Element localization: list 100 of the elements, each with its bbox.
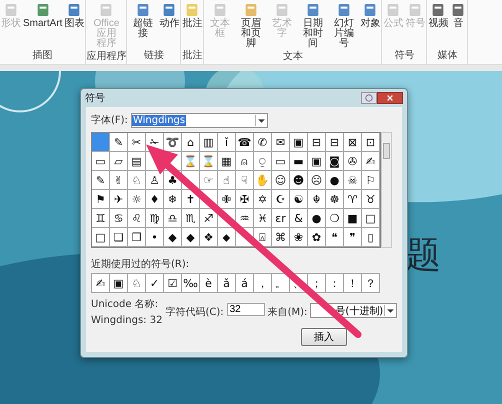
symbol-cell[interactable]: ☬ [308,190,326,209]
recent-symbol-cell[interactable]: ‰ [182,274,200,293]
font-dropdown[interactable]: Wingdings [130,112,268,128]
ribbon-button[interactable]: 图表 [63,2,86,48]
symbol-cell[interactable]: ♈ [344,190,362,209]
symbol-cell[interactable]: ◆ [182,228,200,247]
recent-symbol-cell[interactable]: ！ [344,274,362,293]
symbol-cell[interactable]: ✎ [110,133,128,152]
symbol-cell[interactable]: ☻ [290,171,308,190]
recent-symbol-cell[interactable]: ， [254,274,272,293]
symbol-cell[interactable]: ▥ [200,133,218,152]
symbol-cell[interactable]: ⚐ [362,171,380,190]
symbol-cell[interactable]: ✍ [362,152,380,171]
symbol-cell[interactable]: ◆ [164,228,182,247]
symbol-cell[interactable]: ▬ [290,152,308,171]
recent-symbol-cell[interactable]: ？ [362,274,380,293]
symbol-cell[interactable]: ɛr [272,209,290,228]
symbol-cell[interactable]: ♙ [146,171,164,190]
symbol-cell[interactable]: ✂ [128,133,146,152]
ribbon-button[interactable]: 视频 [427,2,450,48]
char-code-field[interactable]: 32 [226,303,265,316]
symbol-cell[interactable]: ✙ [218,190,236,209]
ribbon-button[interactable]: 音 [449,2,468,48]
symbol-cell[interactable]: ⚑ [92,190,110,209]
symbol-cell[interactable]: ❖ [200,228,218,247]
symbol-cell[interactable]: ➰ [164,133,182,152]
symbol-cell[interactable]: ☼ [128,190,146,209]
ribbon-button[interactable]: 日期和时间 [297,2,328,49]
symbol-cell[interactable]: ❍ [326,209,344,228]
symbol-cell[interactable]: ■ [344,209,362,228]
symbol-cell[interactable]: ✎ [92,171,110,190]
symbol-cell[interactable] [92,133,110,152]
symbol-cell[interactable]: • [146,228,164,247]
symbol-cell[interactable]: ☎ [236,133,254,152]
symbol-cell[interactable]: ☞ [200,171,218,190]
ribbon-button[interactable]: 页眉和页脚 [235,2,266,49]
symbol-cell[interactable]: ♌ [128,209,146,228]
symbol-cell[interactable]: ☯ [290,190,308,209]
symbol-cell[interactable]: ♎ [164,209,182,228]
symbol-cell[interactable]: ● [308,209,326,228]
symbol-cell[interactable]: ⊟ [326,133,344,152]
symbol-cell[interactable]: ▣ [290,133,308,152]
symbol-cell[interactable]: ❄ [164,190,182,209]
symbol-cell[interactable]: ▤ [128,152,146,171]
symbol-cell[interactable]: ✡ [254,190,272,209]
symbol-cell[interactable]: ♏ [182,209,200,228]
symbol-cell[interactable]: ♘ [128,171,146,190]
symbol-cell[interactable]: □ [362,209,380,228]
ribbon-button[interactable]: 超链接 [127,2,158,48]
symbol-cell[interactable]: ǐ [218,133,236,152]
recent-symbol-cell[interactable]: ： [326,274,344,293]
symbol-cell[interactable]: ▦ [218,152,236,171]
symbol-cell[interactable]: ☠ [344,171,362,190]
symbol-cell[interactable]: ⌘ [272,228,290,247]
scrollbar[interactable] [381,132,392,248]
symbol-cell[interactable]: ☪ [272,190,290,209]
symbol-cell[interactable]: ⬥ [218,228,236,247]
symbol-cell[interactable]: ☹ [308,171,326,190]
symbol-cell[interactable]: ▭ [272,152,290,171]
symbol-cell[interactable]: ● [326,171,344,190]
symbol-cell[interactable]: ▱ [110,152,128,171]
symbol-cell[interactable]: ⊠ [344,133,362,152]
recent-symbol-cell[interactable]: ♘ [128,274,146,293]
symbol-cell[interactable]: ✌ [110,171,128,190]
ribbon-button[interactable]: 动作 [158,2,180,48]
symbol-cell[interactable]: ⌂ [182,133,200,152]
symbol-cell[interactable]: □ [92,228,110,247]
symbol-cell[interactable]: ❀ [290,228,308,247]
ribbon-button[interactable]: 对象 [359,2,382,49]
symbol-cell[interactable]: ♦ [146,190,164,209]
ribbon-button[interactable]: SmartArt [22,2,64,48]
recent-symbol-cell[interactable]: è [200,274,218,293]
help-button[interactable] [361,92,377,104]
symbol-cell[interactable]: ❞ [344,228,362,247]
symbol-cell[interactable]: ♋ [110,209,128,228]
symbol-cell[interactable]: ❝ [326,228,344,247]
symbol-cell[interactable]: ⍜ [254,152,272,171]
symbol-cell[interactable]: ❑ [110,228,128,247]
symbol-cell[interactable]: ⍝ [236,152,254,171]
ribbon-button[interactable]: 批注 [181,2,204,48]
symbol-cell[interactable]: ♍ [146,209,164,228]
symbol-cell[interactable]: ✇ [344,152,362,171]
recent-symbol-cell[interactable]: ▣ [110,274,128,293]
recent-symbol-cell[interactable]: ✓ [146,274,164,293]
symbol-cell[interactable]: ⊡ [362,133,380,152]
symbol-cell[interactable]: ☸ [326,190,344,209]
symbol-cell[interactable]: ⊟ [308,133,326,152]
symbol-cell[interactable]: ✆ [254,133,272,152]
ribbon-button[interactable]: 幻灯片编号 [328,2,360,49]
symbol-cell[interactable]: ▭ [92,152,110,171]
symbol-cell[interactable]: ✉ [272,133,290,152]
symbol-cell[interactable]: ▣ [308,152,326,171]
symbol-cell[interactable]: ▯ [362,228,380,247]
symbol-cell[interactable]: ✿ [308,228,326,247]
symbol-cell[interactable]: & [290,209,308,228]
recent-symbol-cell[interactable]: ☑ [164,274,182,293]
recent-symbol-cell[interactable]: ； [308,274,326,293]
symbol-cell[interactable]: ♉ [362,190,380,209]
symbol-cell[interactable]: ✠ [236,190,254,209]
symbol-cell[interactable]: ✈ [110,190,128,209]
